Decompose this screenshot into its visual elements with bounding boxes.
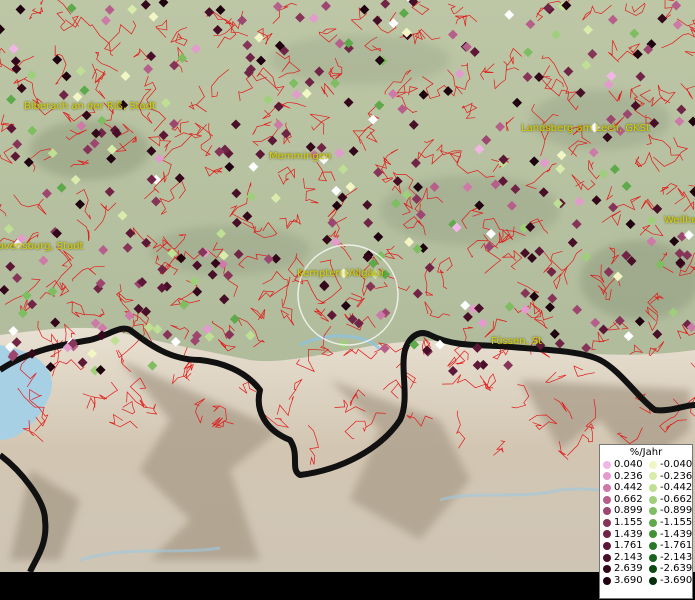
legend-entry-positive: 0.442 (600, 482, 646, 494)
legend-swatch (649, 530, 657, 539)
legend-swatch (649, 553, 657, 562)
map-canvas (0, 0, 695, 572)
legend-label: 2.639 (614, 563, 643, 575)
legend-label: -0.662 (660, 493, 693, 505)
legend-swatch (603, 541, 611, 550)
legend-row: 2.639 -2.639 (600, 563, 692, 575)
legend-row: 2.143 -2.143 (600, 552, 692, 564)
legend-entry-negative: -1.155 (646, 517, 692, 529)
legend-row: 0.899 -0.899 (600, 505, 692, 517)
legend-row: 0.442 -0.442 (600, 482, 692, 494)
legend-label: 0.040 (614, 459, 643, 470)
legend-entry-positive: 0.899 (600, 505, 646, 517)
legend-row: 0.662 -0.662 (600, 494, 692, 506)
legend-title: %/Jahr (629, 447, 663, 458)
legend-label: 0.442 (614, 482, 643, 494)
legend-label: 2.143 (614, 551, 643, 563)
legend-row: 1.439 -1.439 (600, 529, 692, 541)
city-label-biberach[interactable]: Biberach an der Riß, Stadt (24, 101, 156, 112)
legend-swatch (603, 495, 611, 504)
legend-entry-positive: 0.662 (600, 494, 646, 506)
legend-row: 1.155 -1.155 (600, 517, 692, 529)
legend-entry-positive: 1.761 (600, 540, 646, 552)
legend-swatch (603, 530, 611, 539)
legend-swatch (603, 483, 611, 492)
legend-swatch (603, 507, 611, 516)
legend-entry-negative: -3.690 (646, 575, 692, 587)
legend-entry-positive: 2.639 (600, 563, 646, 575)
legend-swatch (649, 541, 657, 550)
legend-label: -0.236 (660, 470, 693, 482)
legend-swatch (603, 565, 611, 574)
city-label-fuessen[interactable]: Füssen, St (491, 336, 542, 347)
city-label-landsberg[interactable]: Landsberg am Lech, GKSt (521, 123, 650, 134)
status-bar (0, 572, 599, 600)
legend-swatch (649, 495, 657, 504)
city-label-kempten[interactable]: Kempten (Allgäu) (297, 268, 384, 279)
legend-entry-negative: -0.442 (646, 482, 692, 494)
legend-entry-negative: -1.439 (646, 529, 692, 541)
legend-swatch (649, 460, 657, 469)
legend-entry-positive: 1.439 (600, 529, 646, 541)
legend-label: 3.690 (614, 574, 643, 586)
legend-entry-negative: -0.236 (646, 471, 692, 483)
legend-label: -2.143 (660, 551, 693, 563)
legend-entry-negative: -2.143 (646, 552, 692, 564)
legend-swatch (603, 576, 611, 585)
legend-label: -1.761 (660, 540, 693, 552)
legend-label: -0.899 (660, 505, 693, 517)
legend-swatch (649, 518, 657, 527)
legend-rows: 0.040 -0.040 0.236 -0.236 0.442 -0.442 0.662 -0… (600, 459, 692, 587)
legend: %/Jahr 0.040 -0.040 0.236 -0.236 0.442 -0.442… (599, 444, 693, 599)
legend-label: 1.761 (614, 540, 643, 552)
legend-label: -3.690 (660, 574, 693, 586)
legend-entry-negative: -0.899 (646, 505, 692, 517)
map-view[interactable]: Biberach an der Riß, Stadt Memmingen Lan… (0, 0, 695, 572)
legend-label: 0.662 (614, 493, 643, 505)
legend-entry-positive: 0.040 (600, 459, 646, 471)
legend-label: -2.639 (660, 563, 693, 575)
legend-swatch (649, 507, 657, 516)
city-label-memmingen[interactable]: Memmingen (269, 151, 331, 162)
legend-label: 1.439 (614, 528, 643, 540)
legend-swatch (649, 472, 657, 481)
legend-entry-negative: -1.761 (646, 540, 692, 552)
legend-swatch (603, 472, 611, 481)
legend-swatch (649, 576, 657, 585)
city-label-weilheim[interactable]: Weilheim (664, 215, 695, 226)
legend-entry-positive: 3.690 (600, 575, 646, 587)
legend-label: -0.442 (660, 482, 693, 494)
legend-entry-negative: -2.639 (646, 563, 692, 575)
legend-swatch (649, 483, 657, 492)
city-label-ravensburg[interactable]: Ravensburg, Stadt (0, 241, 83, 252)
legend-entry-positive: 2.143 (600, 552, 646, 564)
legend-swatch (649, 565, 657, 574)
legend-row: 3.690 -3.690 (600, 575, 692, 587)
legend-entry-positive: 0.236 (600, 471, 646, 483)
legend-row: 0.040 -0.040 (600, 459, 692, 471)
legend-entry-positive: 1.155 (600, 517, 646, 529)
legend-label: -1.155 (660, 516, 693, 528)
legend-row: 0.236 -0.236 (600, 471, 692, 483)
legend-label: 0.899 (614, 505, 643, 517)
legend-entry-negative: -0.040 (646, 459, 692, 471)
legend-swatch (603, 460, 611, 469)
legend-label: 0.236 (614, 470, 643, 482)
legend-swatch (603, 518, 611, 527)
legend-label: 1.155 (614, 516, 643, 528)
legend-row: 1.761 -1.761 (600, 540, 692, 552)
legend-entry-negative: -0.662 (646, 494, 692, 506)
legend-label: -0.040 (660, 459, 693, 470)
legend-label: -1.439 (660, 528, 693, 540)
terrain-alps (0, 327, 695, 572)
legend-swatch (603, 553, 611, 562)
